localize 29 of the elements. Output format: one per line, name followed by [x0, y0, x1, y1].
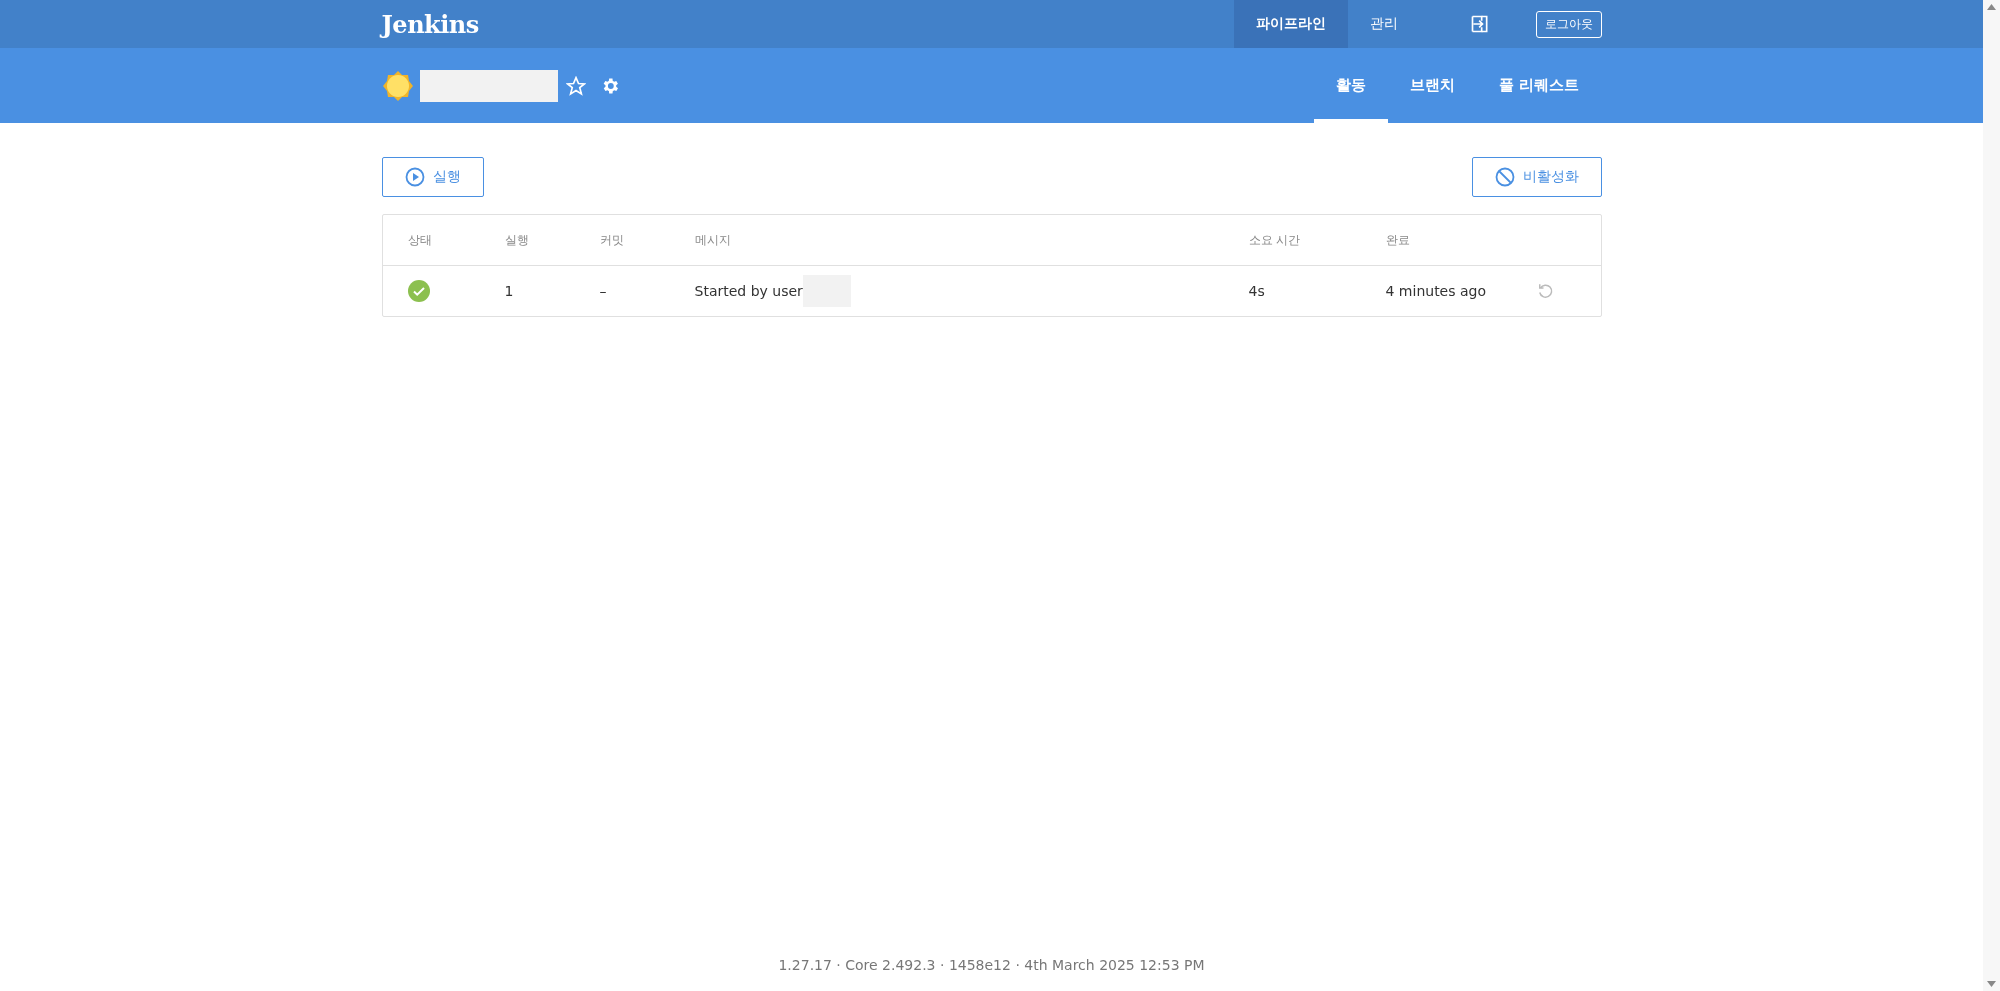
pipeline-tab[interactable]: 풀 리퀘스트 — [1477, 48, 1602, 123]
play-icon — [404, 167, 425, 187]
column-header: 소요 시간 — [1248, 231, 1302, 249]
commit-cell-text: – — [599, 283, 608, 299]
run-number: 1 — [504, 283, 515, 299]
scroll-up-icon[interactable] — [1987, 4, 1996, 10]
jenkins-logo[interactable]: Jenkins — [381, 9, 479, 39]
version-footer: 1.27.17 · Core 2.492.3 · 1458e12 · 4th March 2025 12:53 PM — [0, 957, 1983, 991]
column-header: 상태 — [407, 231, 433, 249]
disable-button[interactable]: 비활성화 — [1471, 157, 1602, 197]
message-text: Started by user — [694, 283, 803, 299]
star-icon[interactable] — [565, 75, 586, 96]
pipeline-tab[interactable]: 활동 — [1314, 48, 1389, 123]
scroll-down-icon[interactable] — [1987, 981, 1996, 987]
column-header: 메시지 — [694, 231, 732, 249]
sun-weather-icon — [381, 69, 414, 102]
column-header: 커밋 — [599, 231, 625, 249]
completed-cell-text: 4 minutes ago — [1385, 283, 1487, 299]
prohibited-icon — [1494, 167, 1515, 187]
column-header: 실행 — [504, 231, 530, 249]
logout-button[interactable]: 로그아웃 — [1535, 10, 1602, 38]
run-button[interactable]: 실행 — [381, 157, 484, 197]
column-header: 완료 — [1385, 231, 1411, 249]
login-icon[interactable] — [1469, 14, 1490, 34]
scrollbar[interactable] — [1983, 0, 2000, 991]
duration-cell-text: 4s — [1248, 283, 1266, 299]
nav-tab[interactable]: 파이프라인 — [1233, 0, 1348, 48]
nav-tab[interactable]: 관리 — [1347, 0, 1420, 48]
pipeline-tab[interactable]: 브랜치 — [1388, 48, 1478, 123]
